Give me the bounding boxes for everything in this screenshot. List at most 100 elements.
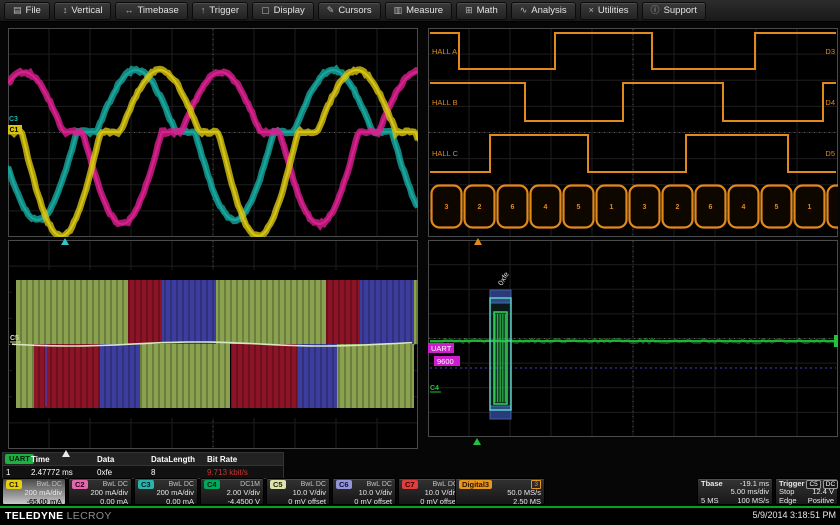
- svg-text:C1: C1: [10, 127, 19, 134]
- menu-button-label: Vertical: [71, 5, 102, 16]
- svg-text:1: 1: [808, 204, 812, 211]
- svg-text:D5: D5: [825, 149, 835, 158]
- menu-button-display[interactable]: ▢ Display: [252, 2, 314, 20]
- coupling-label: DC1M: [240, 481, 260, 488]
- svg-text:C3: C3: [9, 116, 18, 123]
- channel-badge-c5: C5: [270, 480, 286, 489]
- channel-descriptor-digital3[interactable]: Digital3350.0 MS/s2.50 MS: [455, 478, 545, 505]
- svg-text:D4: D4: [825, 98, 835, 107]
- channel-descriptor-c1[interactable]: C1BwL DC200 mA/div-65.00 mA: [2, 478, 66, 505]
- cursors-icon: ✎: [327, 6, 335, 15]
- trigger-descriptor[interactable]: Trigger C5 DC Stop 12.4 V Edge Positive: [775, 478, 838, 505]
- pwm-waveform-grid[interactable]: C5: [8, 240, 418, 449]
- display-icon: ▢: [261, 6, 270, 15]
- channel-descriptor-c2[interactable]: C2BwL DC200 mA/div0.00 mA: [68, 478, 132, 505]
- offset-value: -4.4500 V: [201, 498, 263, 506]
- svg-text:3: 3: [643, 204, 647, 211]
- table-cell-time: 2.47772 ms: [31, 468, 97, 477]
- coupling-label: BwL DC: [169, 481, 194, 488]
- menu-button-math[interactable]: ⊞ Math: [456, 2, 507, 20]
- menu-button-vertical[interactable]: ↕Vertical: [54, 2, 112, 20]
- menu-button-label: Math: [477, 5, 498, 16]
- table-header-cell: DataLength: [151, 455, 207, 464]
- menu-button-measure[interactable]: ▥Measure: [385, 2, 452, 20]
- menu-button-support[interactable]: ⓘSupport: [642, 2, 706, 20]
- trigger-position-marker-digital[interactable]: [474, 238, 482, 245]
- svg-text:5: 5: [577, 204, 581, 211]
- menu-button-label: File: [26, 5, 41, 16]
- menu-button-label: Display: [274, 5, 305, 16]
- support-icon: ⓘ: [651, 6, 660, 15]
- channel-descriptor-c3[interactable]: C3BwL DC200 mA/div0.00 mA: [134, 478, 198, 505]
- table-header-cell: Data: [97, 455, 151, 464]
- table-header-cell: Bit Rate: [207, 455, 279, 464]
- svg-text:6: 6: [709, 204, 713, 211]
- svg-text:4: 4: [742, 204, 746, 211]
- digital-waveform-grid[interactable]: HALL AD3HALL BD4HALL CD5326451326451: [428, 28, 838, 237]
- channel-descriptor-c7[interactable]: C7BwL DC10.0 V/div0 mV offset: [398, 478, 462, 505]
- table-cell-data: 0xfe: [97, 468, 151, 477]
- svg-text:2: 2: [478, 204, 482, 211]
- svg-text:C5: C5: [10, 335, 19, 342]
- datetime-display: 5/9/2014 3:18:51 PM: [752, 510, 836, 520]
- tbase-title: Tbase: [701, 480, 723, 488]
- svg-text:HALL C: HALL C: [432, 149, 459, 158]
- analog-waveform-grid[interactable]: C3 C1: [8, 28, 418, 237]
- svg-text:6: 6: [511, 204, 515, 211]
- measure-icon: ▥: [394, 6, 403, 15]
- menu-button-label: Measure: [406, 5, 443, 16]
- table-cell-idx: 1: [3, 468, 31, 477]
- svg-text:4: 4: [544, 204, 548, 211]
- menu-button-file[interactable]: ▤ File: [4, 2, 50, 20]
- channel-badge-c7: C7: [402, 480, 418, 489]
- tbase-samplerate: 100 MS/s: [737, 497, 769, 505]
- trigger-slope: Positive: [808, 497, 834, 505]
- table-cell-length: 8: [151, 468, 207, 477]
- svg-text:5: 5: [775, 204, 779, 211]
- file-icon: ▤: [13, 6, 22, 15]
- coupling-label: BwL DC: [37, 481, 62, 488]
- coupling-label: BwL DC: [103, 481, 128, 488]
- channel-badge-c4: C4: [204, 480, 220, 489]
- table-cell-bitrate: 9.713 kbit/s: [207, 468, 279, 477]
- menu-button-label: Cursors: [338, 5, 371, 16]
- menu-button-analysis[interactable]: ∿Analysis: [511, 2, 576, 20]
- channel-descriptor-c5[interactable]: C5BwL DC10.0 V/div0 mV offset: [266, 478, 330, 505]
- uart-waveform-grid[interactable]: 0xfeUART9600C4: [428, 240, 838, 437]
- svg-text:UART: UART: [431, 344, 452, 353]
- channel-badge-digital3: Digital3: [459, 480, 492, 489]
- utilities-icon: ×: [589, 6, 594, 15]
- menu-button-label: Utilities: [598, 5, 629, 16]
- uart-decode-table[interactable]: UARTTimeDataDataLengthBit Rate12.47772 m…: [2, 452, 284, 479]
- offset-value: -65.00 mA: [3, 498, 65, 506]
- menu-button-utilities[interactable]: × Utilities: [580, 2, 638, 20]
- svg-text:9600: 9600: [437, 357, 454, 366]
- svg-text:HALL B: HALL B: [432, 98, 458, 107]
- offset-value: 0.00 mA: [69, 498, 131, 506]
- coupling-label: BwL DC: [367, 481, 392, 488]
- menu-button-timebase[interactable]: ↔Timebase: [115, 2, 187, 20]
- menu-bar: ▤File↕Vertical↔Timebase↑Trigger▢Display✎…: [0, 0, 840, 22]
- trigger-position-marker-analog[interactable]: [61, 238, 69, 245]
- offset-value: 0 mV offset: [333, 498, 395, 506]
- analysis-icon: ∿: [520, 6, 528, 15]
- math-icon: ⊞: [465, 6, 473, 15]
- trigger-position-marker-uart[interactable]: [473, 438, 481, 445]
- trigger-position-marker-pwm[interactable]: [62, 450, 70, 457]
- trigger-icon: ↑: [201, 6, 206, 15]
- menu-button-trigger[interactable]: ↑Trigger: [192, 2, 248, 20]
- svg-text:1: 1: [610, 204, 614, 211]
- channel-badge-c6: C6: [336, 480, 352, 489]
- channel-descriptor-c4[interactable]: C4DC1M2.00 V/div-4.4500 V: [200, 478, 264, 505]
- timebase-descriptor[interactable]: Tbase -19.1 ms 5.00 ms/div 5 MS 100 MS/s: [697, 478, 773, 505]
- channel-badge-c2: C2: [72, 480, 88, 489]
- channel-descriptor-c6[interactable]: C6BwL DC10.0 V/div0 mV offset: [332, 478, 396, 505]
- svg-text:D3: D3: [825, 47, 835, 56]
- vertical-icon: ↕: [63, 6, 68, 15]
- svg-text:HALL A: HALL A: [432, 47, 457, 56]
- menu-button-label: Timebase: [137, 5, 178, 16]
- table-row[interactable]: 12.47772 ms0xfe89.713 kbit/s: [3, 466, 283, 478]
- menu-button-cursors[interactable]: ✎Cursors: [318, 2, 381, 20]
- oscilloscope-screen: ▤File↕Vertical↔Timebase↑Trigger▢Display✎…: [0, 0, 840, 525]
- svg-text:C4: C4: [430, 385, 439, 392]
